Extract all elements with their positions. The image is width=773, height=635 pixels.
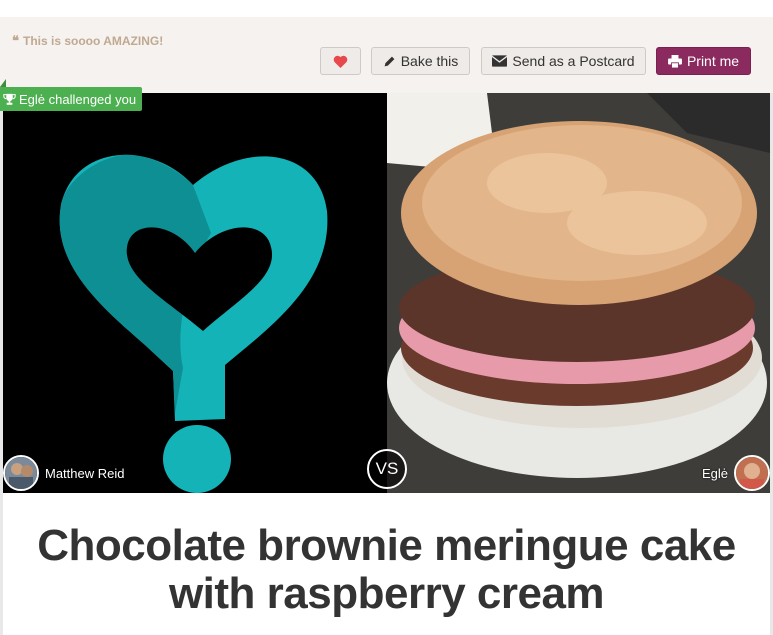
challenger-user[interactable]: Matthew Reid xyxy=(3,455,130,491)
challenger-photo-placeholder[interactable] xyxy=(3,93,387,493)
quote-text: ❝ This is soooo AMAZING! xyxy=(12,33,164,48)
like-button[interactable] xyxy=(320,47,361,75)
pencil-icon xyxy=(383,55,396,68)
recipe-toolbar: ❝ This is soooo AMAZING! Bake this Send a… xyxy=(0,17,773,93)
cake-image xyxy=(387,93,770,493)
print-button[interactable]: Print me xyxy=(656,47,751,75)
avatar[interactable] xyxy=(734,455,770,491)
challenged-user[interactable]: Eglė xyxy=(696,455,770,491)
avatar[interactable] xyxy=(3,455,39,491)
cake-photo[interactable] xyxy=(387,93,770,493)
envelope-icon xyxy=(492,55,508,67)
badge-ribbon-fold xyxy=(0,79,6,87)
challenged-name[interactable]: Eglė xyxy=(702,466,728,481)
printer-icon xyxy=(668,54,682,68)
heart-icon xyxy=(333,55,348,68)
heart-question-icon xyxy=(59,154,328,493)
challenger-name[interactable]: Matthew Reid xyxy=(45,466,124,481)
trophy-icon xyxy=(3,93,16,106)
bake-this-button[interactable]: Bake this xyxy=(371,47,470,75)
send-postcard-button[interactable]: Send as a Postcard xyxy=(481,47,646,75)
recipe-title: Chocolate brownie meringue cake with ras… xyxy=(37,521,736,618)
top-border xyxy=(0,0,773,18)
versus-badge: VS xyxy=(367,449,407,489)
challenge-badge: Eglė challenged you xyxy=(0,87,143,111)
quote-icon: ❝ xyxy=(12,33,19,48)
